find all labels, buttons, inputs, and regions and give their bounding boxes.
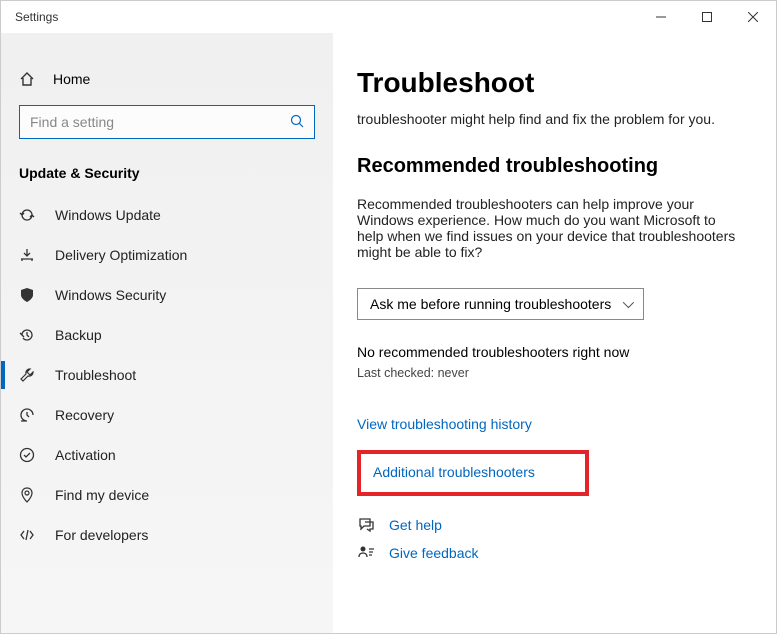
close-button[interactable]: [730, 1, 776, 33]
sidebar-item-windows-update[interactable]: Windows Update: [1, 195, 333, 235]
sidebar-item-for-developers[interactable]: For developers: [1, 515, 333, 555]
search-box[interactable]: [19, 105, 315, 139]
dropdown-value: Ask me before running troubleshooters: [370, 296, 611, 312]
sidebar-item-recovery[interactable]: Recovery: [1, 395, 333, 435]
sidebar-item-label: Recovery: [55, 407, 114, 423]
give-feedback-link[interactable]: Give feedback: [389, 545, 479, 561]
sidebar-item-windows-security[interactable]: Windows Security: [1, 275, 333, 315]
sidebar-item-label: Activation: [55, 447, 116, 463]
last-checked-text: Last checked: never: [357, 366, 746, 380]
sidebar: Home Update & Security Windows Update De…: [1, 33, 333, 633]
sidebar-item-backup[interactable]: Backup: [1, 315, 333, 355]
sidebar-item-find-my-device[interactable]: Find my device: [1, 475, 333, 515]
feedback-icon: [357, 544, 375, 562]
sidebar-item-label: Windows Update: [55, 207, 161, 223]
recommended-heading: Recommended troubleshooting: [357, 155, 746, 178]
sidebar-item-label: For developers: [55, 527, 148, 543]
sidebar-item-activation[interactable]: Activation: [1, 435, 333, 475]
status-text: No recommended troubleshooters right now: [357, 344, 746, 360]
developer-icon: [19, 527, 35, 543]
download-icon: [19, 247, 35, 263]
highlight-annotation: Additional troubleshooters: [357, 450, 589, 496]
minimize-button[interactable]: [638, 1, 684, 33]
wrench-icon: [19, 367, 35, 383]
get-help-row[interactable]: Get help: [357, 516, 746, 534]
recommended-desc: Recommended troubleshooters can help imp…: [357, 196, 746, 260]
sidebar-item-troubleshoot[interactable]: Troubleshoot: [1, 355, 333, 395]
sync-icon: [19, 207, 35, 223]
check-circle-icon: [19, 447, 35, 463]
recovery-icon: [19, 407, 35, 423]
get-help-link[interactable]: Get help: [389, 517, 442, 533]
additional-troubleshooters-link[interactable]: Additional troubleshooters: [373, 464, 535, 480]
window-title: Settings: [15, 10, 58, 24]
home-label: Home: [53, 71, 90, 87]
history-link[interactable]: View troubleshooting history: [357, 416, 532, 432]
home-nav[interactable]: Home: [1, 61, 333, 97]
chat-icon: [357, 516, 375, 534]
maximize-button[interactable]: [684, 1, 730, 33]
sidebar-item-label: Backup: [55, 327, 102, 343]
troubleshoot-preference-dropdown[interactable]: Ask me before running troubleshooters: [357, 288, 644, 320]
search-input[interactable]: [30, 114, 290, 130]
sidebar-item-label: Windows Security: [55, 287, 166, 303]
section-label: Update & Security: [1, 147, 333, 195]
give-feedback-row[interactable]: Give feedback: [357, 544, 746, 562]
history-icon: [19, 327, 35, 343]
location-icon: [19, 487, 35, 503]
main-content: Troubleshoot troubleshooter might help f…: [333, 33, 776, 633]
chevron-down-icon: [623, 297, 634, 308]
page-title: Troubleshoot: [357, 67, 746, 99]
sidebar-item-label: Troubleshoot: [55, 367, 136, 383]
sidebar-item-label: Find my device: [55, 487, 149, 503]
titlebar: Settings: [1, 1, 776, 33]
search-icon: [290, 114, 304, 131]
sidebar-item-label: Delivery Optimization: [55, 247, 187, 263]
home-icon: [19, 71, 35, 87]
sidebar-item-delivery-optimization[interactable]: Delivery Optimization: [1, 235, 333, 275]
intro-text: troubleshooter might help find and fix t…: [357, 111, 746, 127]
shield-icon: [19, 287, 35, 303]
